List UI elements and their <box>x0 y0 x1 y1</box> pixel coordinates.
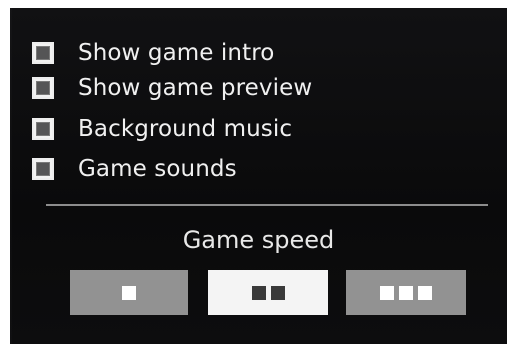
speed-normal-button[interactable] <box>208 270 328 315</box>
checkbox-unchecked-fill <box>36 81 50 95</box>
show-game-preview-checkbox[interactable] <box>32 77 54 99</box>
show-game-preview-label: Show game preview <box>78 75 313 101</box>
game-speed-title: Game speed <box>182 226 335 254</box>
game-sounds-label: Game sounds <box>78 156 237 182</box>
show-game-intro-checkbox[interactable] <box>32 42 54 64</box>
option-show-game-preview[interactable]: Show game preview <box>32 73 312 103</box>
speed-pip-icon <box>418 285 432 300</box>
checkbox-unchecked-fill <box>36 46 50 60</box>
checkbox-unchecked-fill <box>36 162 50 176</box>
background-music-checkbox[interactable] <box>32 118 54 140</box>
option-game-sounds[interactable]: Game sounds <box>32 154 237 184</box>
option-background-music[interactable]: Background music <box>32 114 292 144</box>
game-sounds-checkbox[interactable] <box>32 158 54 180</box>
settings-panel: Show game intro Show game preview Backgr… <box>10 8 507 344</box>
option-show-game-intro[interactable]: Show game intro <box>32 38 274 68</box>
divider <box>46 204 488 206</box>
speed-slow-button[interactable] <box>70 270 188 315</box>
speed-pip-icon <box>399 285 413 300</box>
speed-pip-icon <box>380 285 394 300</box>
background-music-label: Background music <box>78 116 293 142</box>
show-game-intro-label: Show game intro <box>78 40 275 66</box>
speed-fast-button[interactable] <box>346 270 466 315</box>
speed-pip-icon <box>251 285 266 300</box>
checkbox-unchecked-fill <box>36 122 50 136</box>
speed-pip-icon <box>270 285 285 300</box>
speed-pip-icon <box>122 285 136 300</box>
